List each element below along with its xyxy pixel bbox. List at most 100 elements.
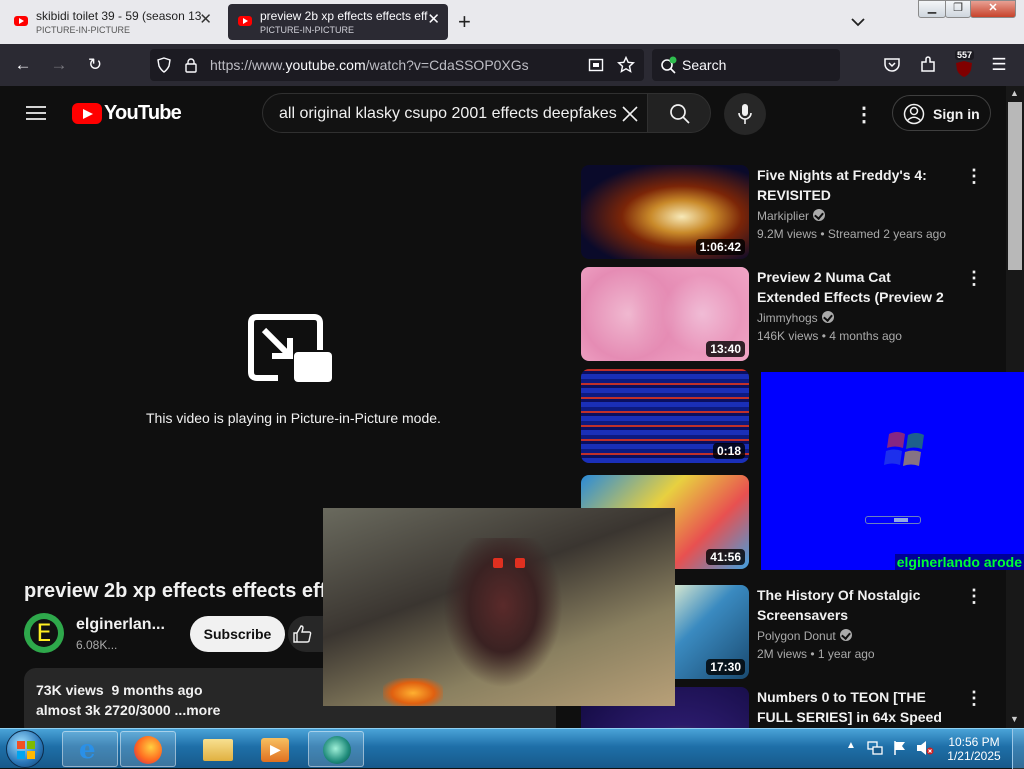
video-thumbnail[interactable]: 13:40 [581,267,749,361]
video-duration: 0:18 [712,443,745,459]
media-player-button[interactable]: ▶ [248,731,304,767]
folder-icon [203,739,233,761]
upload-age: Streamed 2 years ago [827,227,946,241]
channel-avatar[interactable]: E [24,613,64,653]
video-thumbnail[interactable]: 0:18 [581,369,749,463]
clear-search-icon[interactable] [621,105,639,123]
close-tab-icon[interactable]: ✕ [427,12,440,28]
forward-arrow-icon[interactable]: → [50,56,68,74]
shield-icon[interactable] [156,57,172,73]
tab-preview-2b-xp[interactable]: preview 2b xp effects effects eff PICTUR… [228,4,448,40]
recommendation-title[interactable]: Preview 2 Numa Cat Extended Effects (Pre… [757,267,957,307]
more-actions-icon[interactable]: ⋮ [965,269,983,287]
subscriber-count: 6.08K... [76,638,118,652]
pip-caption: elginerlando arode [894,554,1024,570]
scroll-up-icon[interactable]: ▲ [1010,88,1019,98]
new-tab-icon[interactable]: + [458,10,471,34]
tab-title: skibidi toilet 39 - 59 (season 13 [36,9,202,23]
scroll-down-icon[interactable]: ▼ [1010,714,1019,724]
tab-skibidi-toilet[interactable]: skibidi toilet 39 - 59 (season 13 PICTUR… [4,4,220,40]
recommendation-channel[interactable]: Jimmyhogs [757,311,834,325]
search-placeholder: Search [682,57,727,73]
recommendation-channel[interactable]: Polygon Donut [757,629,852,643]
minimize-window-button[interactable]: ▁ [918,0,946,18]
start-button[interactable] [6,730,44,768]
subscribe-button[interactable]: Subscribe [190,616,285,652]
video-thumbnail[interactable]: 1:06:42 [581,165,749,259]
clock-time: 10:56 PM [948,735,1000,749]
recommendation-title[interactable]: The History Of Nostalgic Screensavers [757,585,957,625]
extensions-icon[interactable] [919,56,937,74]
microphone-icon [738,104,752,124]
more-actions-icon[interactable]: ⋮ [965,689,983,707]
tab-subtitle: PICTURE-IN-PICTURE [260,25,354,35]
voice-search-button[interactable] [724,93,766,135]
ublock-shield-icon[interactable] [954,60,974,78]
maximize-window-button[interactable]: ❐ [945,0,971,18]
youtube-wordmark[interactable]: YouTube [104,102,182,125]
upload-age: 4 months ago [829,329,902,343]
file-explorer-button[interactable] [190,731,246,767]
url-prefix: https://www. [210,57,286,73]
more-link[interactable]: ...more [175,702,221,718]
internet-explorer-icon: e [79,735,96,765]
bookmark-star-icon[interactable] [617,56,635,74]
reader-view-icon[interactable] [588,57,604,73]
hamburger-menu-icon[interactable] [26,105,46,121]
recommendation-meta: 2M views • 1 year ago [757,647,875,661]
search-button[interactable] [647,93,711,133]
menu-icon[interactable]: ☰ [990,56,1008,74]
list-all-tabs-icon[interactable] [850,14,866,30]
media-app-button[interactable] [308,731,364,767]
tab-title: preview 2b xp effects effects eff [260,9,428,23]
scrollbar-thumb[interactable] [1008,102,1022,270]
show-hidden-icons-icon[interactable]: ▲ [846,740,856,751]
video-title: preview 2b xp effects effects effe [24,580,324,602]
back-arrow-icon[interactable]: ← [14,56,32,74]
youtube-favicon-icon [14,16,28,26]
volume-muted-icon[interactable] [916,740,934,756]
video-duration: 41:56 [706,549,745,565]
recommendation-item[interactable]: 13:40 Preview 2 Numa Cat Extended Effect… [581,267,1001,361]
close-tab-icon[interactable]: ✕ [199,12,212,28]
views-text: 73K views [36,682,104,698]
action-center-flag-icon[interactable] [892,740,908,756]
network-icon[interactable] [867,740,883,756]
pip-fire-shape [383,678,443,706]
lock-icon[interactable] [184,57,198,73]
internet-explorer-button[interactable]: e [62,731,118,767]
address-bar[interactable]: https://www.youtube.com/watch?v=CdaSSOP0… [150,49,644,81]
pip-message: This video is playing in Picture-in-Pict… [146,410,441,426]
like-button[interactable] [288,616,328,652]
upload-date: 9 months ago [111,682,203,698]
channel-name[interactable]: elginerlan... [76,616,165,634]
youtube-logo-icon[interactable] [72,103,102,124]
recommendation-channel[interactable]: Markiplier [757,209,826,223]
loading-bar [865,516,921,524]
pocket-icon[interactable] [883,56,901,74]
sign-in-button[interactable]: Sign in [892,95,991,131]
loading-bar-fill [894,518,908,522]
browser-search-box[interactable]: Search [652,49,840,81]
system-clock[interactable]: 10:56 PM 1/21/2025 [946,735,1002,763]
recommendation-meta: 9.2M views • Streamed 2 years ago [757,227,946,241]
recommendation-title[interactable]: Five Nights at Freddy's 4: REVISITED [757,165,957,205]
close-window-button[interactable]: ✕ [970,0,1016,18]
search-engine-icon [661,56,677,74]
more-actions-icon[interactable]: ⋮ [965,587,983,605]
recommendation-item[interactable]: 1:06:42 Five Nights at Freddy's 4: REVIS… [581,165,1001,259]
windows-logo-icon [17,741,35,759]
firefox-button[interactable] [120,731,176,767]
more-actions-icon[interactable]: ⋮ [965,167,983,185]
show-desktop-button[interactable] [1012,729,1024,769]
search-query[interactable]: all original klasky csupo 2001 effects d… [279,105,621,123]
media-app-icon [323,736,351,764]
pip-video-window[interactable]: elginerlando arode [761,372,1024,570]
youtube-search-input[interactable]: all original klasky csupo 2001 effects d… [262,93,648,133]
more-options-icon[interactable]: ⋮ [854,102,874,127]
sign-in-label: Sign in [933,106,980,122]
recommendation-title[interactable]: Numbers 0 to TEON [THE FULL SERIES] in 6… [757,687,957,727]
channel-name: Markiplier [757,209,810,223]
pip-video-window[interactable] [323,508,675,706]
reload-icon[interactable]: ↻ [86,56,104,74]
